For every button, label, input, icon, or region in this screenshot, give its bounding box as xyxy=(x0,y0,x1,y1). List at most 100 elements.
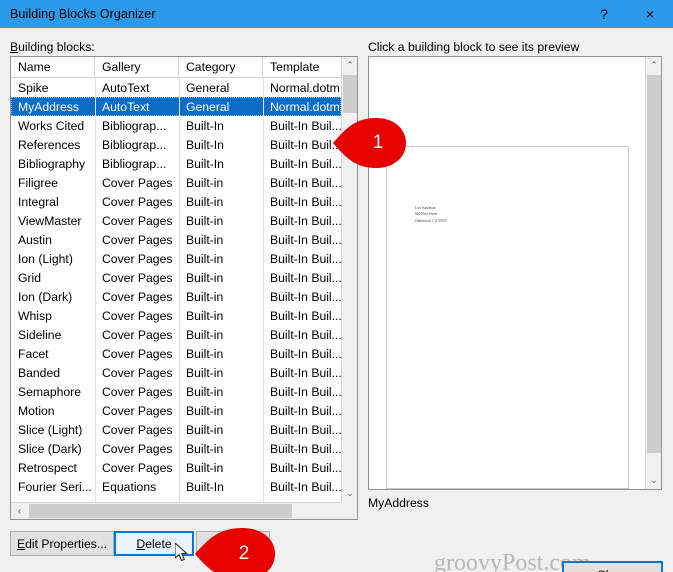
list-header-row: Name Gallery Category Template xyxy=(11,57,341,78)
cell-name: Retrospect xyxy=(18,460,77,475)
cell-category: Built-in xyxy=(186,346,224,361)
cell-template: Built-In Buil... xyxy=(270,460,341,475)
cell-category: Built-in xyxy=(186,384,224,399)
scroll-down-icon[interactable]: ⌄ xyxy=(342,485,357,502)
cell-template: Built-In Buil... xyxy=(270,251,341,266)
scroll-left-icon[interactable]: ‹ xyxy=(11,503,28,519)
cell-name: Grid xyxy=(18,270,42,285)
cell-template: Built-In Buil... xyxy=(270,479,341,494)
vertical-scroll-thumb[interactable] xyxy=(343,75,357,113)
cell-gallery: Cover Pages xyxy=(102,422,173,437)
cell-template: Built-In Buil... xyxy=(270,232,341,247)
column-header-category[interactable]: Category xyxy=(179,57,263,77)
cell-name: Austin xyxy=(18,232,52,247)
cell-name: Sideline xyxy=(18,327,62,342)
cell-gallery: Bibliograp... xyxy=(102,156,167,171)
preview-scroll-down-icon[interactable]: ⌄ xyxy=(646,472,661,489)
cell-name: ViewMaster xyxy=(18,213,82,228)
table-row[interactable]: Bibliography Bibliograp... Built-In Built-I… xyxy=(11,154,341,173)
close-button[interactable]: Close xyxy=(562,561,663,572)
cell-template: Built-In Buil... xyxy=(270,327,341,342)
cell-category: Built-in xyxy=(186,441,224,456)
table-row[interactable]: MyAddress AutoText General Normal.dotm xyxy=(11,97,341,116)
cell-category: Built-in xyxy=(186,308,224,323)
table-row[interactable]: Austin Cover Pages Built-in Built-In Buil..… xyxy=(11,230,341,249)
preview-scroll-thumb[interactable] xyxy=(647,75,661,453)
cell-template: Built-In Buil... xyxy=(270,194,341,209)
table-row[interactable]: Ion (Dark) Cover Pages Built-in Built-In Bu… xyxy=(11,287,341,306)
cell-name: Ion (Dark) xyxy=(18,289,73,304)
table-row[interactable]: Slice (Light) Cover Pages Built-in Built-In… xyxy=(11,420,341,439)
cell-category: Built-in xyxy=(186,327,224,342)
table-row[interactable]: ViewMaster Cover Pages Built-in Built-In Bu… xyxy=(11,211,341,230)
help-icon[interactable]: ? xyxy=(581,0,627,28)
column-divider xyxy=(95,78,96,502)
cell-gallery: Cover Pages xyxy=(102,460,173,475)
window-title: Building Blocks Organizer xyxy=(10,7,156,21)
cell-gallery: Cover Pages xyxy=(102,251,173,266)
list-horizontal-scrollbar[interactable]: ‹ › xyxy=(11,502,357,519)
cell-gallery: Bibliograp... xyxy=(102,118,167,133)
table-row[interactable]: Grid Cover Pages Built-in Built-In Buil... xyxy=(11,268,341,287)
column-header-template[interactable]: Template xyxy=(263,57,341,77)
building-blocks-list[interactable]: Name Gallery Category Template Spike Auto… xyxy=(10,56,358,520)
table-row[interactable]: Facet Cover Pages Built-in Built-In Buil... xyxy=(11,344,341,363)
horizontal-scroll-thumb[interactable] xyxy=(29,504,292,518)
table-row[interactable]: Sideline Cover Pages Built-in Built-In Buil… xyxy=(11,325,341,344)
cell-category: Built-in xyxy=(186,232,224,247)
cell-gallery: Cover Pages xyxy=(102,213,173,228)
cell-name: Banded xyxy=(18,365,61,380)
table-row[interactable]: Ion (Light) Cover Pages Built-in Built-In B… xyxy=(11,249,341,268)
table-row[interactable]: Whisp Cover Pages Built-in Built-In Buil... xyxy=(11,306,341,325)
column-header-name[interactable]: Name xyxy=(11,57,95,77)
table-row[interactable]: Semaphore Cover Pages Built-in Built-In Bui… xyxy=(11,382,341,401)
preview-scroll-up-icon[interactable]: ⌃ xyxy=(646,57,661,74)
cell-category: Built-In xyxy=(186,118,224,133)
cell-category: Built-in xyxy=(186,270,224,285)
scrollbar-corner xyxy=(341,502,357,519)
table-row[interactable]: Fourier Seri... Equations Built-In Built-In… xyxy=(11,477,341,496)
cell-category: Built-in xyxy=(186,213,224,228)
building-blocks-label-accel: B xyxy=(10,40,19,54)
table-row[interactable]: Works Cited Bibliograp... Built-In Built-In… xyxy=(11,116,341,135)
column-header-gallery[interactable]: Gallery xyxy=(95,57,179,77)
title-bar: Building Blocks Organizer ? × xyxy=(0,0,673,28)
scroll-up-icon[interactable]: ⌃ xyxy=(342,57,357,74)
cell-gallery: Cover Pages xyxy=(102,441,173,456)
building-blocks-label-rest: uilding blocks: xyxy=(18,40,95,54)
preview-hint-label: Click a building block to see its previe… xyxy=(368,40,580,54)
cell-gallery: Cover Pages xyxy=(102,384,173,399)
preview-canvas: Lori Kaufman 660 First Street Othertown,… xyxy=(369,57,645,489)
table-row[interactable]: Spike AutoText General Normal.dotm xyxy=(11,78,341,97)
table-row[interactable]: Filigree Cover Pages Built-in Built-In Buil… xyxy=(11,173,341,192)
preview-vertical-scrollbar[interactable]: ⌃ ⌄ xyxy=(645,57,661,489)
edit-properties-button[interactable]: Edit Properties... xyxy=(10,531,114,556)
cell-gallery: Cover Pages xyxy=(102,289,173,304)
cell-template: Built-In Buil... xyxy=(270,289,341,304)
cell-gallery: AutoText xyxy=(102,99,150,114)
cell-gallery: Cover Pages xyxy=(102,346,173,361)
cell-category: Built-in xyxy=(186,403,224,418)
table-row[interactable]: Slice (Dark) Cover Pages Built-in Built-In … xyxy=(11,439,341,458)
cell-category: Built-in xyxy=(186,289,224,304)
cell-template: Built-In Buil... xyxy=(270,403,341,418)
cell-category: Built-In xyxy=(186,156,224,171)
table-row[interactable]: Motion Cover Pages Built-in Built-In Buil..… xyxy=(11,401,341,420)
column-divider xyxy=(179,78,180,502)
cell-name: Ion (Light) xyxy=(18,251,73,266)
close-icon[interactable]: × xyxy=(627,0,673,28)
table-row[interactable]: Banded Cover Pages Built-in Built-In Buil..… xyxy=(11,363,341,382)
table-row[interactable]: Integral Cover Pages Built-in Built-In Buil… xyxy=(11,192,341,211)
cell-gallery: Cover Pages xyxy=(102,194,173,209)
edit-properties-label: dit Properties... xyxy=(25,536,108,551)
cell-gallery: Equations xyxy=(102,479,157,494)
cell-template: Built-In Buil... xyxy=(270,308,341,323)
cell-name: Slice (Dark) xyxy=(18,441,82,456)
table-row[interactable]: References Bibliograp... Built-In Built-In … xyxy=(11,135,341,154)
callout-1-number: 1 xyxy=(372,132,384,153)
cell-name: Spike xyxy=(18,80,49,95)
edit-properties-accel: E xyxy=(16,536,26,551)
cell-category: Built-in xyxy=(186,194,224,209)
table-row[interactable]: Retrospect Cover Pages Built-in Built-In Bu… xyxy=(11,458,341,477)
cell-template: Normal.dotm xyxy=(270,99,340,114)
